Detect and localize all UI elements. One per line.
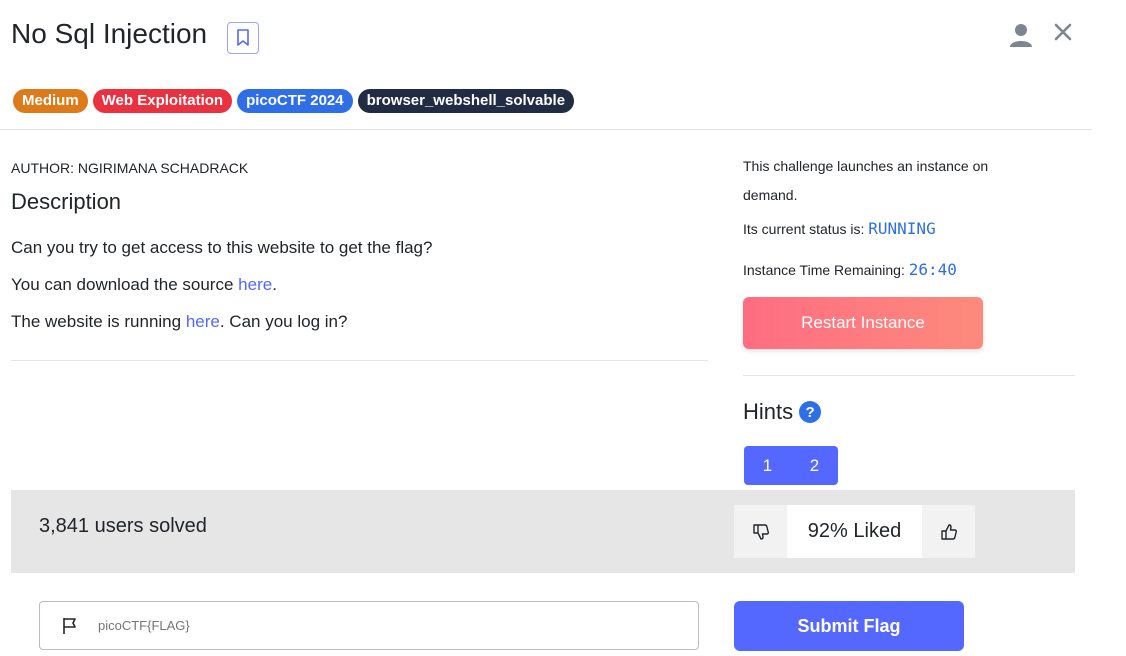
thumbs-down-icon <box>752 523 769 540</box>
liked-percentage: 92% Liked <box>787 505 922 558</box>
instance-status-label: Its current status is: <box>743 221 865 237</box>
instance-status-value: RUNNING <box>868 219 936 238</box>
submit-flag-button[interactable]: Submit Flag <box>734 601 964 651</box>
instance-time: Instance Time Remaining: 26:40 <box>743 255 957 285</box>
hints-divider <box>743 375 1075 376</box>
description-divider <box>11 360 708 361</box>
instance-time-value: 26:40 <box>908 260 957 279</box>
tag-event[interactable]: picoCTF 2024 <box>237 89 353 113</box>
bookmark-icon <box>237 29 249 46</box>
author-label: AUTHOR: NGIRIMANA SCHADRACK <box>11 160 249 176</box>
tag-category[interactable]: Web Exploitation <box>92 89 233 113</box>
description-line-2-end: . <box>272 275 277 294</box>
website-link[interactable]: here <box>186 312 220 331</box>
description-line-3: The website is running here. Can you log… <box>11 312 347 332</box>
flag-icon <box>63 617 76 634</box>
hint-button-1[interactable]: 1 <box>744 446 791 485</box>
description-line-3-text: The website is running <box>11 312 186 331</box>
description-line-1: Can you try to get access to this websit… <box>11 238 433 257</box>
hint-button-group: 1 2 <box>744 446 838 485</box>
tag-difficulty[interactable]: Medium <box>13 89 88 113</box>
description-line-2: You can download the source here. <box>11 275 277 295</box>
dislike-button[interactable] <box>734 505 787 558</box>
header-divider <box>0 129 1092 130</box>
hints-label: Hints <box>743 399 794 424</box>
instance-launch-text: This challenge launches an instance on d… <box>743 158 989 203</box>
description-line-3-end: . Can you log in? <box>219 312 348 331</box>
hints-heading: Hints ? <box>743 399 822 425</box>
hint-button-2[interactable]: 2 <box>791 446 838 485</box>
tag-list: Medium Web Exploitation picoCTF 2024 bro… <box>13 89 575 113</box>
like-button[interactable] <box>922 505 975 558</box>
users-solved-count: 3,841 users solved <box>39 515 207 537</box>
challenge-title: No Sql Injection <box>11 18 208 49</box>
flag-input[interactable] <box>98 618 658 633</box>
thumbs-up-icon <box>940 523 957 540</box>
user-icon[interactable] <box>1008 22 1034 48</box>
description-line-2-text: You can download the source <box>11 275 239 294</box>
rating-group: 92% Liked <box>734 505 975 558</box>
tag-webshell[interactable]: browser_webshell_solvable <box>357 89 575 113</box>
question-circle-icon[interactable]: ? <box>799 401 822 423</box>
source-download-link[interactable]: here <box>238 275 272 294</box>
flag-input-container[interactable] <box>39 601 699 650</box>
bookmark-button[interactable] <box>227 22 259 54</box>
instance-time-label: Instance Time Remaining: <box>743 262 905 278</box>
description-heading: Description <box>11 189 122 214</box>
instance-status: Its current status is: RUNNING <box>743 214 936 244</box>
restart-instance-button[interactable]: Restart Instance <box>743 297 983 349</box>
close-icon[interactable] <box>1049 18 1077 46</box>
